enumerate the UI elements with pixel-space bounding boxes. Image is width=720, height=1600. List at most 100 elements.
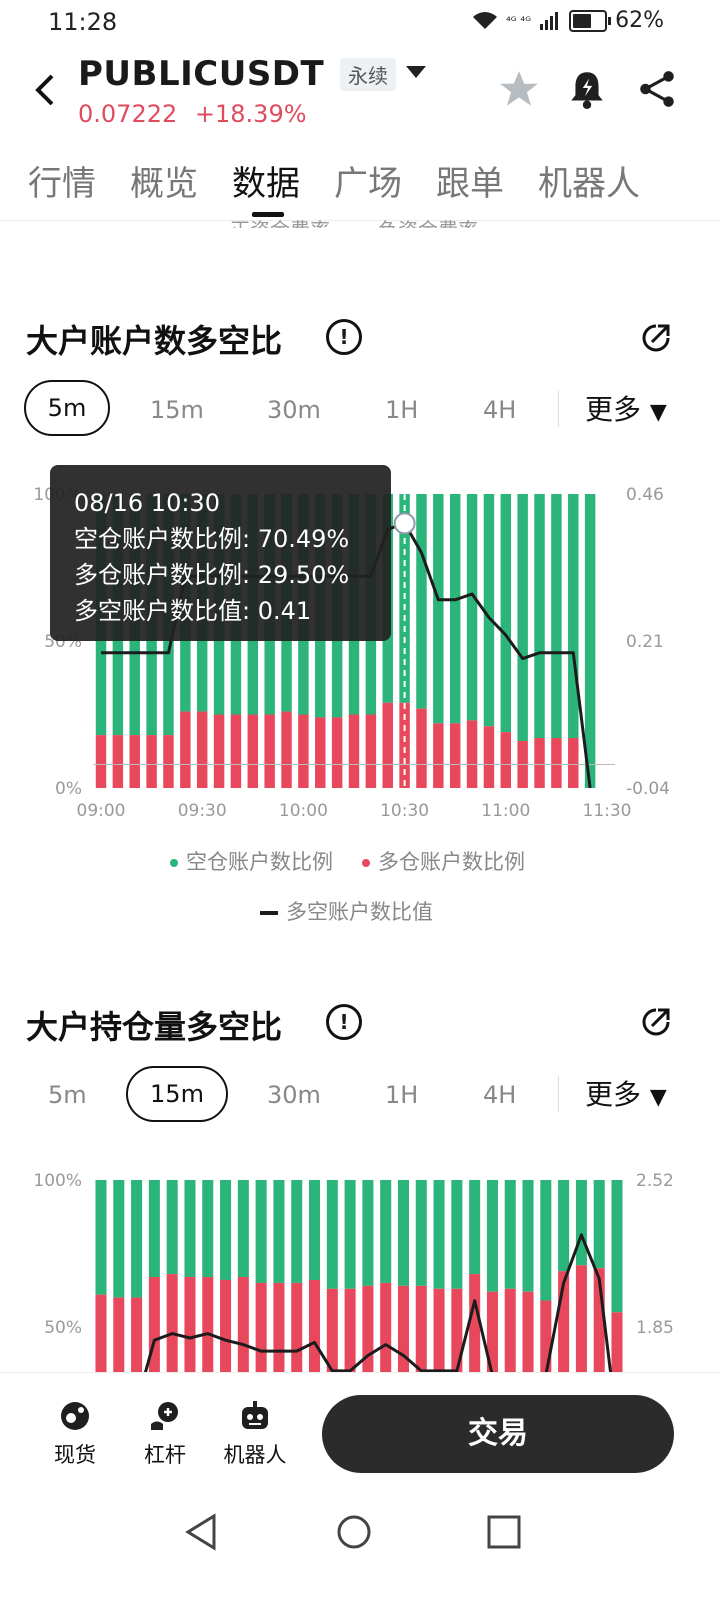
interval-15m[interactable]: 15m — [150, 396, 204, 424]
interval-30m[interactable]: 30m — [267, 396, 321, 424]
tab-data[interactable]: 数据 — [232, 156, 300, 205]
x-tick: 09:30 — [178, 801, 227, 821]
trade-button[interactable]: 交易 — [322, 1395, 674, 1473]
tab-square[interactable]: 广场 — [334, 156, 402, 205]
contract-type-badge[interactable]: 永续 — [340, 58, 396, 91]
interval2-4h[interactable]: 4H — [483, 1081, 516, 1109]
bar-short — [344, 1180, 356, 1289]
bar-short — [202, 1180, 214, 1278]
y-left-tick: 50% — [44, 1318, 82, 1338]
nav-robot[interactable]: 机器人 — [210, 1399, 300, 1469]
system-navigation — [0, 1494, 720, 1600]
recents-square-icon[interactable] — [484, 1512, 524, 1552]
bar-long — [568, 738, 579, 788]
tab-bot[interactable]: 机器人 — [538, 156, 640, 205]
bar-short — [415, 1180, 427, 1286]
bar-long — [315, 717, 326, 788]
legend-short[interactable]: 空仓账户数比例 — [170, 846, 333, 876]
bar-long — [113, 1297, 125, 1372]
share-icon[interactable] — [636, 68, 678, 110]
bar-short — [584, 494, 596, 788]
home-circle-icon[interactable] — [334, 1512, 374, 1552]
bar-long — [416, 708, 427, 788]
interval-5m[interactable]: 5m — [24, 380, 110, 436]
wifi-icon — [472, 11, 497, 29]
price-row: 0.07222 +18.39% — [78, 100, 307, 128]
pair-symbol[interactable]: PUBLICUSDT — [78, 54, 324, 94]
bar-short — [326, 1180, 338, 1289]
bar-long — [500, 732, 512, 788]
caret-down-icon[interactable] — [406, 66, 426, 80]
bar-long — [196, 711, 208, 788]
bar-long — [184, 1277, 196, 1372]
interval2-15m[interactable]: 15m — [126, 1066, 228, 1122]
info-icon-2[interactable]: ! — [326, 1004, 362, 1040]
tooltip-long: 多仓账户数比例: 29.50% — [74, 561, 350, 589]
section2-title: 大户持仓量多空比 — [26, 1008, 283, 1046]
y-right-tick: 0.21 — [626, 632, 664, 652]
bar-short — [131, 1180, 143, 1298]
back-triangle-icon[interactable] — [182, 1512, 222, 1552]
tooltip-ratio: 多空账户数比值: 0.41 — [74, 597, 312, 625]
bar-short — [517, 494, 528, 741]
legend-ratio[interactable]: 多空账户数比值 — [260, 896, 433, 926]
interval2-1h[interactable]: 1H — [385, 1081, 418, 1109]
bar-short — [416, 494, 427, 709]
bar-short — [504, 1180, 516, 1289]
y-left-tick: 100% — [33, 1171, 82, 1191]
bar-long — [237, 1277, 249, 1372]
bar-long — [449, 723, 461, 788]
bar-long — [129, 735, 140, 788]
bar-short — [449, 494, 461, 724]
bar-short — [551, 494, 562, 739]
status-bar: 11:28 ⁴ᴳ ⁴ᴳ 62% — [0, 0, 720, 44]
tooltip-short: 空仓账户数比例: 70.49% — [74, 525, 350, 553]
chevron-left-icon[interactable] — [30, 70, 60, 110]
expand-icon[interactable] — [638, 320, 674, 356]
more-intervals-2[interactable]: 更多 ▼ — [585, 1073, 667, 1113]
bar-short — [433, 494, 444, 724]
bar-short — [486, 1180, 498, 1292]
y-right-tick: 0.46 — [626, 485, 664, 505]
chart-tooltip: 08/16 10:30 空仓账户数比例: 70.49% 多仓账户数比例: 29.… — [50, 465, 391, 641]
x-tick: 09:00 — [77, 801, 126, 821]
legend-long[interactable]: 多仓账户数比例 — [362, 846, 525, 876]
battery-icon — [569, 9, 612, 32]
bar-short — [291, 1180, 303, 1283]
bar-short — [575, 1180, 587, 1266]
bar-long — [348, 714, 360, 788]
bell-icon[interactable] — [566, 68, 608, 110]
bar-short — [166, 1180, 178, 1275]
tab-copy-trade[interactable]: 跟单 — [436, 156, 504, 205]
bar-short — [540, 1180, 552, 1301]
bar-short — [611, 1180, 623, 1313]
nav-spot[interactable]: 现货 — [30, 1399, 120, 1469]
section1-title: 大户账户数多空比 — [26, 322, 283, 360]
more-intervals[interactable]: 更多 ▼ — [585, 388, 667, 428]
interval2-5m[interactable]: 5m — [48, 1081, 87, 1109]
bar-long — [95, 735, 107, 788]
bar-short — [184, 1180, 196, 1278]
interval-4h[interactable]: 4H — [483, 396, 516, 424]
interval-1h[interactable]: 1H — [385, 396, 418, 424]
bar-long — [466, 720, 478, 788]
bar-long — [309, 1279, 321, 1372]
chart-position-ratio[interactable]: 50% 100% 1.85 2.52 — [0, 1160, 720, 1372]
star-icon[interactable] — [498, 68, 540, 110]
bar-short — [273, 1180, 285, 1283]
ratio-line — [143, 1233, 613, 1372]
tab-market[interactable]: 行情 — [28, 156, 96, 205]
bar-long — [611, 1312, 623, 1372]
expand-icon-2[interactable] — [638, 1004, 674, 1040]
prev-legend-negative: 负资金费率 — [362, 214, 478, 228]
interval2-30m[interactable]: 30m — [267, 1081, 321, 1109]
bar-short — [500, 494, 512, 733]
info-icon[interactable]: ! — [326, 319, 362, 355]
bar-short — [534, 494, 545, 739]
tab-overview[interactable]: 概览 — [130, 156, 198, 205]
bar-long — [146, 735, 157, 788]
x-tick: 11:00 — [481, 801, 530, 821]
clock: 11:28 — [48, 8, 118, 36]
bar-long — [131, 1297, 143, 1372]
nav-margin[interactable]: 杠杆 — [120, 1399, 210, 1469]
